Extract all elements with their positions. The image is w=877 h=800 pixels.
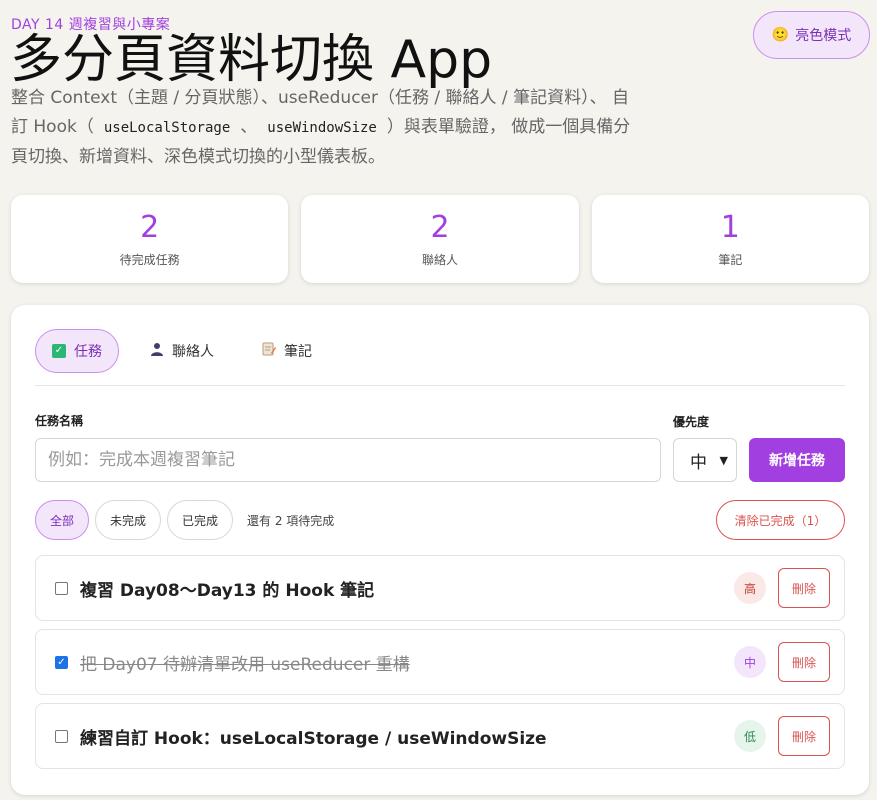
filter-bar: 全部 未完成 已完成 還有 2 項待完成 <box>35 500 334 540</box>
stat-label: 聯絡人 <box>421 252 458 267</box>
priority-select[interactable]: 中 ▼ <box>673 438 737 482</box>
memo-icon <box>262 342 276 360</box>
person-icon <box>150 342 164 360</box>
task-checkbox[interactable]: ✓ <box>55 655 68 669</box>
main-panel: ✓ 任務 聯絡人 筆記 任務名稱 優先度 中 ▼ 新增任務 全部 未完成 已完成… <box>11 305 869 795</box>
stat-card-notes: 1 筆記 <box>591 195 869 283</box>
task-name-input[interactable] <box>35 438 661 482</box>
priority-badge: 低 <box>734 720 766 752</box>
tab-bar: ✓ 任務 聯絡人 筆記 <box>35 329 845 386</box>
filter-complete-button[interactable]: 已完成 <box>167 500 234 540</box>
check-box-icon: ✓ <box>52 344 66 358</box>
filter-incomplete-button[interactable]: 未完成 <box>95 500 162 540</box>
priority-select-value: 中 <box>690 452 707 473</box>
page-description: 整合 Context（主題 / 分頁狀態）、useReducer（任務 / 聯絡… <box>11 84 641 172</box>
clear-completed-button[interactable]: 清除已完成（1） <box>716 500 845 540</box>
task-name-label: 任務名稱 <box>35 414 84 428</box>
priority-badge: 高 <box>734 572 766 604</box>
task-checkbox[interactable] <box>55 581 68 595</box>
tab-label: 任務 <box>74 344 102 360</box>
stat-label: 筆記 <box>718 252 743 267</box>
delete-task-button[interactable]: 刪除 <box>778 716 830 756</box>
stat-label: 待完成任務 <box>119 252 180 267</box>
task-text: 複習 Day08～Day13 的 Hook 筆記 <box>80 580 375 601</box>
stats-row: 2 待完成任務 2 聯絡人 1 筆記 <box>11 195 869 283</box>
stat-value: 2 <box>430 209 450 245</box>
task-row: ✓ 把 Day07 待辦清單改用 useReducer 重構 中 刪除 <box>35 629 845 695</box>
tab-tasks[interactable]: ✓ 任務 <box>35 329 119 373</box>
stat-value: 2 <box>140 209 160 245</box>
tab-contacts[interactable]: 聯絡人 <box>133 329 231 373</box>
remaining-count: 還有 2 項待完成 <box>247 513 335 528</box>
code-use-local-storage: useLocalStorage <box>103 120 231 136</box>
stat-card-pending-tasks: 2 待完成任務 <box>11 195 289 283</box>
task-row: 複習 Day08～Day13 的 Hook 筆記 高 刪除 <box>35 555 845 621</box>
tab-notes[interactable]: 筆記 <box>245 329 329 373</box>
chevron-down-icon: ▼ <box>719 453 728 467</box>
task-checkbox[interactable] <box>55 729 68 743</box>
theme-toggle-label: 亮色模式 <box>795 28 852 44</box>
theme-toggle-button[interactable]: 🙂 亮色模式 <box>753 11 870 59</box>
code-use-window-size: useWindowSize <box>267 120 377 136</box>
delete-task-button[interactable]: 刪除 <box>778 568 830 608</box>
smiley-icon: 🙂 <box>771 27 790 43</box>
stat-value: 1 <box>720 209 740 245</box>
add-task-button[interactable]: 新增任務 <box>749 438 845 482</box>
task-row: 練習自訂 Hook：useLocalStorage / useWindowSiz… <box>35 703 845 769</box>
priority-label: 優先度 <box>673 415 710 429</box>
filter-all-button[interactable]: 全部 <box>35 500 90 540</box>
tab-label: 聯絡人 <box>172 344 214 360</box>
task-text: 練習自訂 Hook：useLocalStorage / useWindowSiz… <box>80 728 547 749</box>
page-title: 多分頁資料切換 App <box>10 30 493 90</box>
tab-label: 筆記 <box>284 344 312 360</box>
priority-badge: 中 <box>734 646 766 678</box>
delete-task-button[interactable]: 刪除 <box>778 642 830 682</box>
task-text: 把 Day07 待辦清單改用 useReducer 重構 <box>80 654 410 675</box>
stat-card-contacts: 2 聯絡人 <box>301 195 579 283</box>
desc-separator: 、 <box>240 117 258 137</box>
